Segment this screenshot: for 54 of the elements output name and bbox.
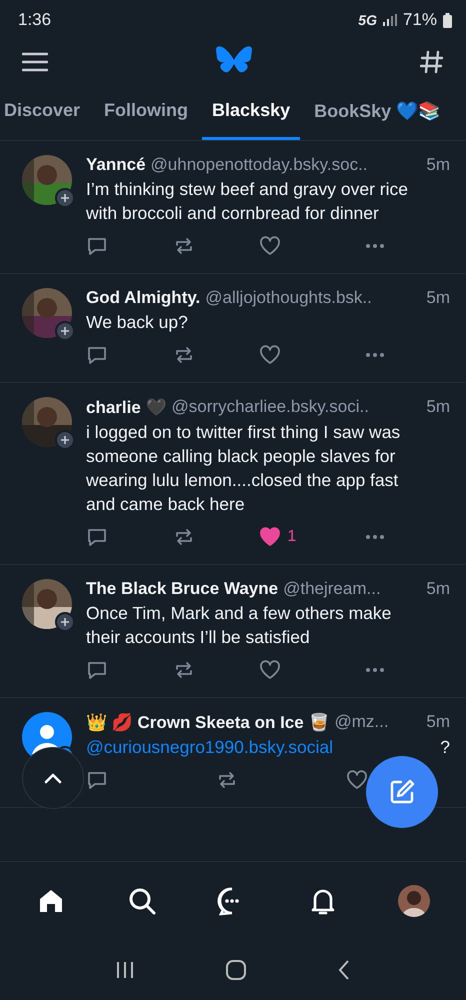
repost-icon[interactable] xyxy=(216,769,238,791)
follow-plus-icon[interactable] xyxy=(55,612,75,632)
post-text: i logged on to twitter first thing I saw was someone calling black people slaves for wearing lulu lemon....closed the app fast and came back here xyxy=(86,421,402,516)
hashtag-icon[interactable] xyxy=(420,50,444,74)
home-button-icon[interactable] xyxy=(226,960,246,980)
feed-tab[interactable]: Discover xyxy=(0,84,90,140)
like-count: 1 xyxy=(287,528,296,546)
heart-icon[interactable] xyxy=(259,659,282,681)
back-icon[interactable] xyxy=(336,960,351,980)
battery-icon xyxy=(443,12,452,28)
post-text: I’m thinking stew beef and gravy over rice with broccoli and cornbread for dinner xyxy=(86,178,409,225)
signal-icon xyxy=(382,14,397,26)
post-time: 5m xyxy=(426,397,450,418)
post-time: 5m xyxy=(426,579,450,599)
post-text: Once Tim, Mark and a few others make their accounts I’ll be satisfied xyxy=(86,602,392,649)
feed-tab[interactable]: Following xyxy=(94,84,198,140)
author-handle[interactable]: @sorrycharliee.bsky.soci.. xyxy=(172,397,369,418)
author-name[interactable]: 👑 💋 Crown Skeeta on Ice 🥃 xyxy=(86,712,330,733)
feed-tab[interactable]: Blacksky xyxy=(202,84,300,140)
author-name[interactable]: God Almighty. xyxy=(86,288,200,308)
follow-plus-icon[interactable] xyxy=(55,321,75,341)
scroll-to-top-button[interactable] xyxy=(22,747,84,809)
author-name[interactable]: Yanncé xyxy=(86,155,146,175)
battery-percent: 71% xyxy=(402,10,437,30)
reply-icon[interactable] xyxy=(86,344,108,366)
status-time: 1:36 xyxy=(18,10,52,30)
search-icon[interactable] xyxy=(126,886,156,916)
author-handle[interactable]: @alljojothoughts.bsk.. xyxy=(205,288,372,308)
heart-icon[interactable] xyxy=(346,769,368,791)
follow-plus-icon[interactable] xyxy=(55,430,75,450)
recent-apps-icon[interactable] xyxy=(115,961,136,979)
reply-icon[interactable] xyxy=(86,526,108,548)
author-handle[interactable]: @mz... xyxy=(334,712,389,733)
heart-icon[interactable] xyxy=(259,235,282,257)
heart-icon[interactable] xyxy=(259,344,282,366)
feed-tab[interactable]: BookSky 💙📚 xyxy=(304,84,450,140)
post-text: We back up? xyxy=(86,311,189,334)
mention-link[interactable]: @curiousnegro1990.bsky.social xyxy=(86,735,334,759)
post-time: 5m xyxy=(426,712,450,733)
author-name[interactable]: The Black Bruce Wayne xyxy=(86,579,278,599)
menu-icon[interactable] xyxy=(22,52,48,72)
follow-plus-icon[interactable] xyxy=(55,188,75,208)
post-text: ? xyxy=(440,736,450,759)
chevron-up-icon xyxy=(44,772,62,784)
author-name[interactable]: charlie 🖤 xyxy=(86,397,167,418)
post-time: 5m xyxy=(426,288,450,308)
author-handle[interactable]: @uhnopenottoday.bsky.soc.. xyxy=(150,155,368,175)
author-handle[interactable]: @thejream... xyxy=(283,579,381,599)
heart-icon[interactable] xyxy=(259,526,282,548)
reply-icon[interactable] xyxy=(86,659,108,681)
reply-icon[interactable] xyxy=(86,769,108,791)
reply-icon[interactable] xyxy=(86,235,108,257)
network-label: 5G xyxy=(358,12,377,28)
post-time: 5m xyxy=(426,155,450,175)
